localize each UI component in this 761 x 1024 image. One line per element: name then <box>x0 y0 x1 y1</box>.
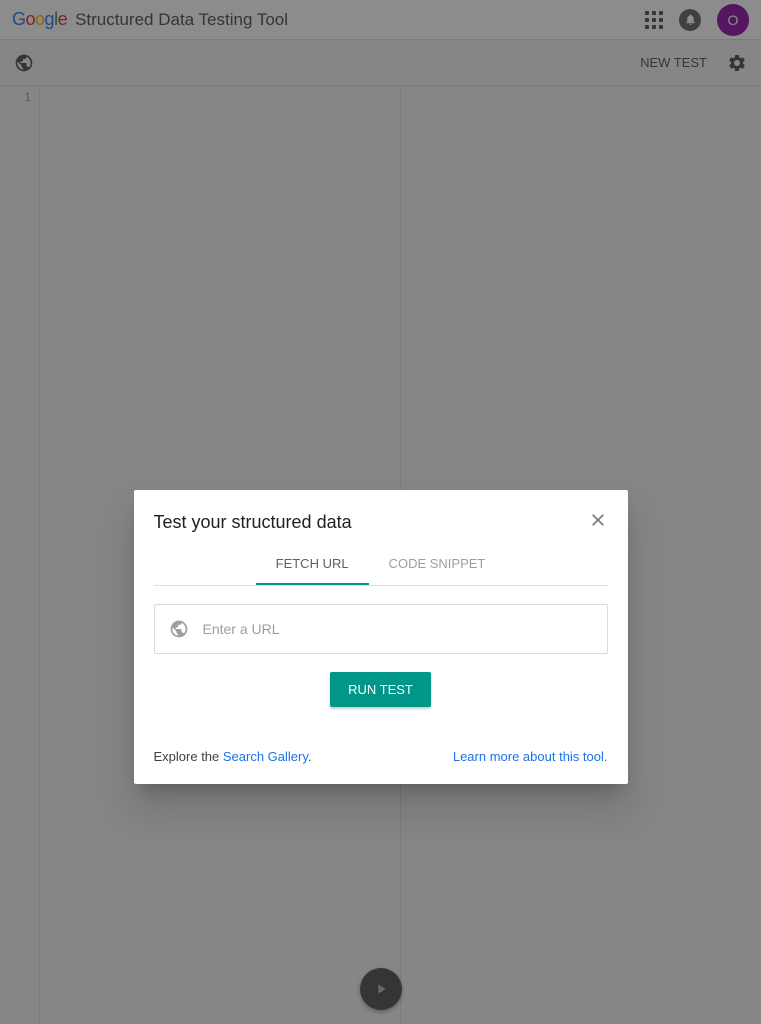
url-input-wrap <box>154 604 608 654</box>
tab-code-snippet[interactable]: CODE SNIPPET <box>369 544 506 585</box>
modal-title: Test your structured data <box>154 512 352 533</box>
close-icon[interactable] <box>588 510 608 534</box>
search-gallery-link[interactable]: Search Gallery <box>223 749 308 764</box>
run-test-button[interactable]: RUN TEST <box>330 672 431 707</box>
run-button-wrap: RUN TEST <box>154 672 608 707</box>
tab-fetch-url[interactable]: FETCH URL <box>256 544 369 585</box>
modal-tabs: FETCH URL CODE SNIPPET <box>154 544 608 586</box>
learn-more-link[interactable]: Learn more about this tool. <box>453 749 608 764</box>
globe-icon <box>169 619 189 639</box>
explore-prefix: Explore the <box>154 749 223 764</box>
modal-footer: Explore the Search Gallery. Learn more a… <box>154 749 608 764</box>
test-modal: Test your structured data FETCH URL CODE… <box>134 490 628 784</box>
explore-text: Explore the Search Gallery. <box>154 749 312 764</box>
url-input[interactable] <box>203 621 593 637</box>
modal-header: Test your structured data <box>154 490 608 544</box>
explore-suffix: . <box>308 749 312 764</box>
modal-overlay[interactable]: Test your structured data FETCH URL CODE… <box>0 0 761 1024</box>
